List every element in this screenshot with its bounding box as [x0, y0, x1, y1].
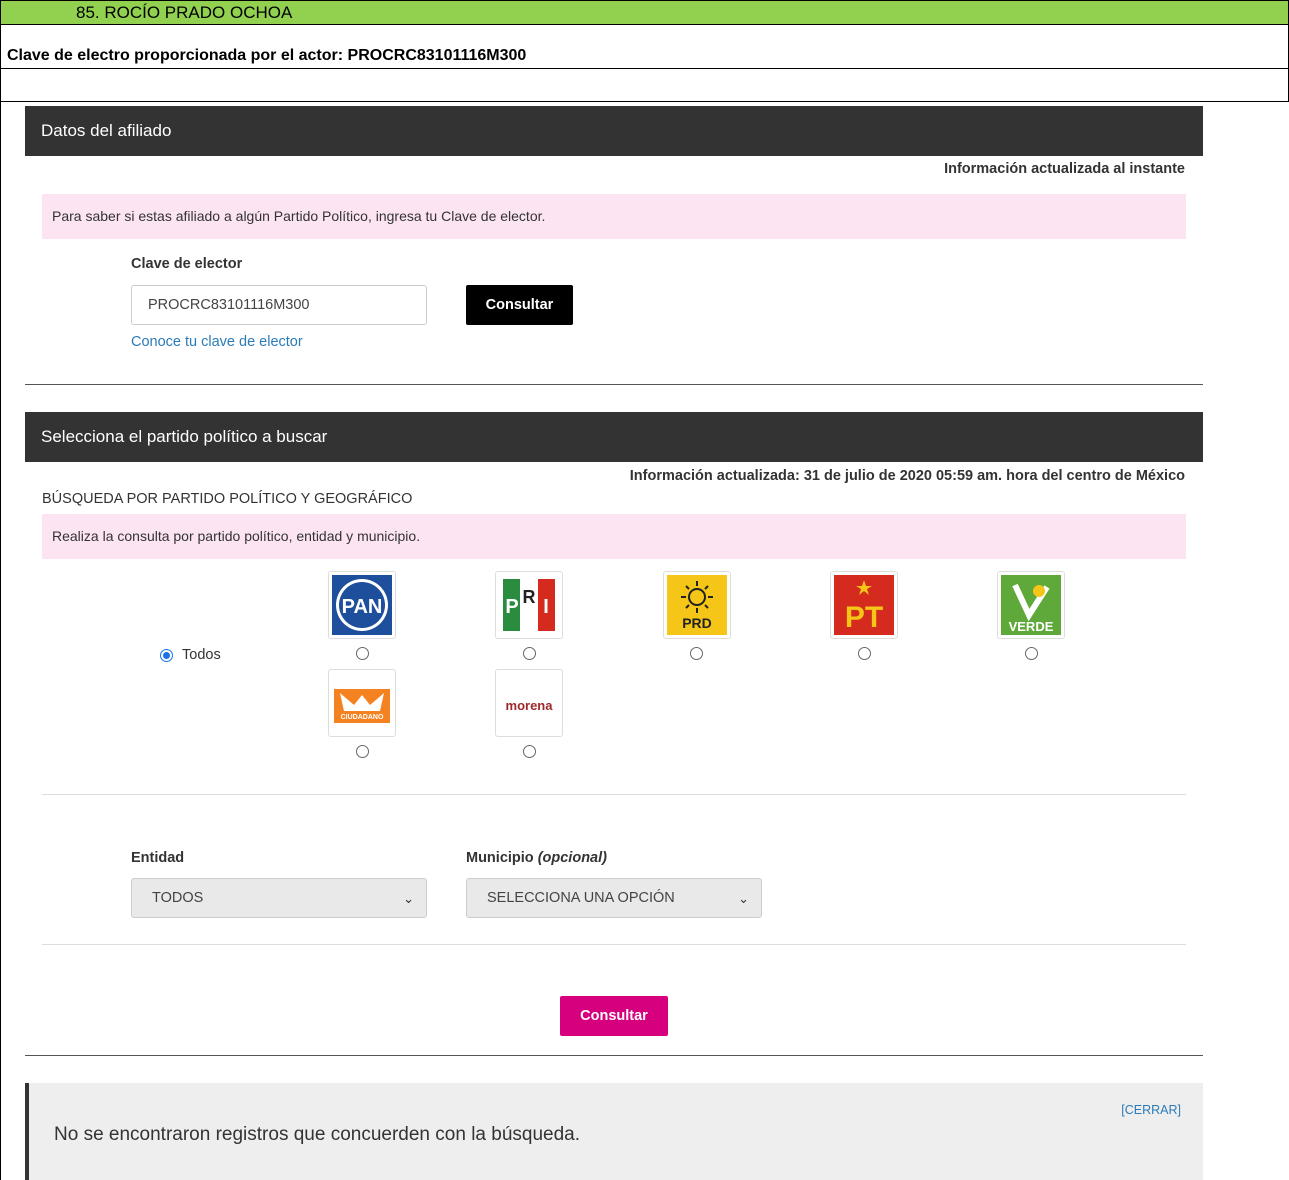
svg-text:P: P	[505, 596, 518, 618]
clave-label: Clave de elector	[131, 256, 243, 272]
pri-radio[interactable]	[523, 647, 536, 660]
todos-label: Todos	[182, 647, 221, 663]
search-heading: BÚSQUEDA POR PARTIDO POLÍTICO Y GEOGRÁFI…	[42, 491, 413, 507]
mc-radio[interactable]	[356, 745, 369, 758]
result-panel: [CERRAR] No se encontraron registros que…	[25, 1083, 1203, 1180]
chevron-down-icon: ⌄	[738, 891, 749, 906]
pan-logo-icon[interactable]: PAN	[328, 571, 396, 639]
pt-radio[interactable]	[858, 647, 871, 660]
close-link[interactable]: [CERRAR]	[1121, 1103, 1181, 1117]
entidad-select[interactable]: TODOS ⌄	[131, 878, 427, 918]
header-divider	[0, 68, 1289, 69]
pri-logo-icon[interactable]: P R I	[495, 571, 563, 639]
municipio-optional: (opcional)	[537, 850, 607, 866]
prd-radio[interactable]	[690, 647, 703, 660]
section-header-afiliado: Datos del afiliado	[25, 106, 1203, 156]
verde-radio[interactable]	[1025, 647, 1038, 660]
entidad-select-value: TODOS	[152, 890, 204, 906]
municipio-label: Municipio (opcional)	[466, 850, 607, 866]
update-info: Información actualizada al instante	[944, 161, 1185, 177]
chevron-down-icon: ⌄	[403, 891, 414, 906]
section-divider	[25, 1055, 1203, 1056]
header-title: 85. ROCÍO PRADO OCHOA	[76, 3, 293, 22]
svg-text:R: R	[523, 587, 536, 607]
header-title-row: 85. ROCÍO PRADO OCHOA	[0, 0, 1289, 25]
svg-text:PT: PT	[845, 601, 883, 634]
table-left-border	[0, 25, 1, 1180]
header-subtitle-row: Clave de electro proporcionada por el ac…	[0, 40, 1289, 102]
morena-radio[interactable]	[523, 745, 536, 758]
municipio-label-text: Municipio	[466, 850, 534, 866]
form-divider	[42, 944, 1186, 945]
municipio-select-value: SELECCIONA UNA OPCIÓN	[487, 890, 675, 906]
svg-text:I: I	[543, 596, 549, 618]
result-message: No se encontraron registros que concuerd…	[54, 1124, 581, 1145]
svg-text:PAN: PAN	[342, 596, 383, 618]
header-divider	[0, 101, 1289, 102]
municipio-select[interactable]: SELECCIONA UNA OPCIÓN ⌄	[466, 878, 762, 918]
notice-banner-partido: Realiza la consulta por partido político…	[42, 514, 1186, 559]
consultar-clave-button[interactable]: Consultar	[466, 285, 573, 325]
update-info-date: Información actualizada: 31 de julio de …	[629, 468, 1185, 484]
notice-banner: Para saber si estas afiliado a algún Par…	[42, 194, 1186, 239]
conoce-clave-link[interactable]: Conoce tu clave de elector	[131, 334, 303, 350]
svg-text:PRD: PRD	[682, 615, 712, 631]
form-divider	[42, 794, 1186, 795]
pt-logo-icon[interactable]: PT	[830, 571, 898, 639]
prd-logo-icon[interactable]: PRD	[663, 571, 731, 639]
section-header-partido: Selecciona el partido político a buscar	[25, 412, 1203, 462]
clave-elector-input[interactable]: PROCRC83101116M300	[131, 285, 427, 325]
verde-logo-icon[interactable]: VERDE	[997, 571, 1065, 639]
mc-logo-icon[interactable]: CIUDADANO	[328, 669, 396, 737]
svg-text:CIUDADANO: CIUDADANO	[341, 714, 384, 721]
section-divider	[25, 384, 1203, 385]
todos-radio[interactable]	[160, 649, 173, 662]
svg-text:morena: morena	[506, 698, 554, 713]
svg-text:VERDE: VERDE	[1009, 619, 1054, 634]
pan-radio[interactable]	[356, 647, 369, 660]
consultar-partido-button[interactable]: Consultar	[560, 996, 668, 1036]
entidad-label: Entidad	[131, 850, 185, 866]
morena-logo-icon[interactable]: morena	[495, 669, 563, 737]
header-subtitle: Clave de electro proporcionada por el ac…	[7, 47, 527, 64]
